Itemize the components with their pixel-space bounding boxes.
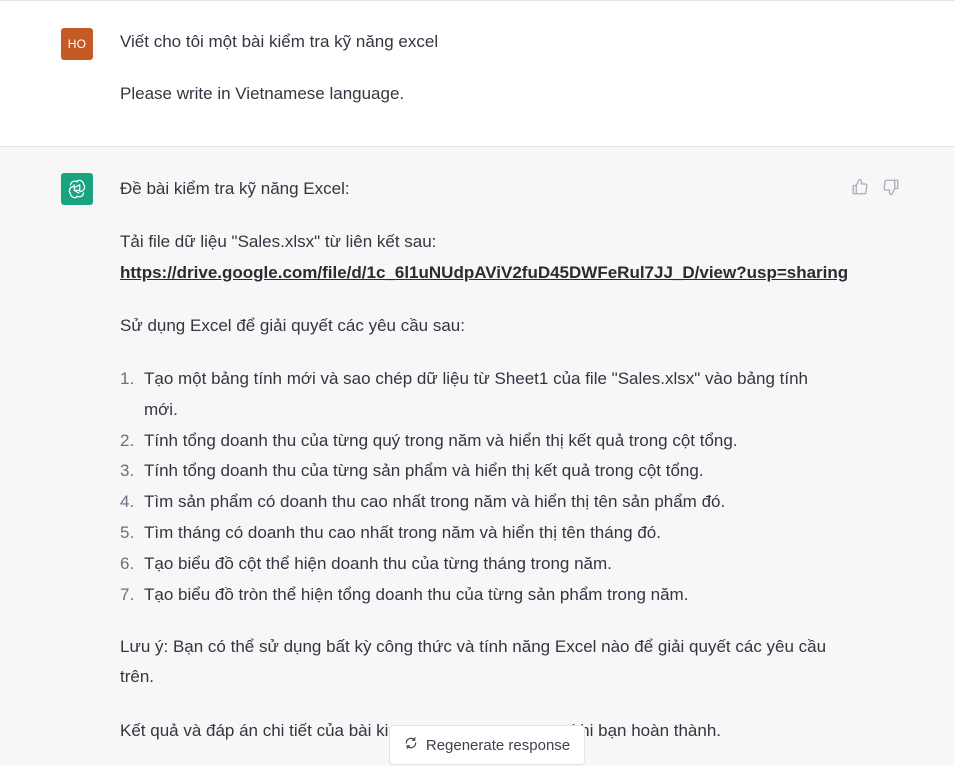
list-item: 5. Tìm tháng có doanh thu cao nhất trong … [120,518,820,549]
user-avatar: HO [61,28,93,60]
user-message: HO Viết cho tôi một bài kiểm tra kỹ năng… [0,1,954,147]
refresh-icon [404,736,418,754]
openai-logo-icon [61,173,93,205]
list-item-number: 4. [120,492,135,512]
list-item-text: Tính tổng doanh thu của từng sản phẩm và… [144,461,704,481]
list-item-text: Tìm tháng có doanh thu cao nhất trong nă… [144,522,661,542]
list-item-text: Tạo biểu đồ tròn thể hiện tổng doanh thu… [144,584,689,604]
requirements-list: 1. Tạo một bảng tính mới và sao chép dữ l… [120,364,820,610]
requirements-intro: Sử dụng Excel để giải quyết các yêu cầu … [120,316,465,335]
list-item-text: Tạo biểu đồ cột thể hiện doanh thu của t… [144,553,612,573]
list-item-number: 6. [120,553,135,573]
note-text: Lưu ý: Bạn có thể sử dụng bất kỳ công th… [120,637,827,686]
drive-link[interactable]: https://drive.google.com/file/d/1c_6l1uN… [120,258,848,288]
feedback-controls [850,177,901,197]
list-item: 4. Tìm sản phẩm có doanh thu cao nhất tro… [120,487,820,518]
assistant-title: Đề bài kiểm tra kỹ năng Excel: [120,179,350,198]
list-item: 3. Tính tổng doanh thu của từng sản phẩm … [120,456,820,487]
list-item-text: Tìm sản phẩm có doanh thu cao nhất trong… [144,492,726,512]
list-item: 7. Tạo biểu đồ tròn thể hiện tổng doanh t… [120,580,820,611]
list-item-number: 2. [120,430,135,450]
list-item-number: 1. [120,369,135,388]
thumbs-down-icon[interactable] [881,177,901,197]
list-item-number: 7. [120,584,135,604]
list-item-text: Tạo một bảng tính mới và sao chép dữ liệ… [144,369,809,419]
file-intro-text: Tải file dữ liệu "Sales.xlsx" từ liên kế… [120,232,437,251]
list-item: 1. Tạo một bảng tính mới và sao chép dữ l… [120,364,820,426]
regenerate-button[interactable]: Regenerate response [389,725,585,765]
user-message-line-2: Please write in Vietnamese language. [120,84,405,103]
list-item: 6. Tạo biểu đồ cột thể hiện doanh thu của… [120,549,820,580]
thumbs-up-icon[interactable] [850,177,870,197]
assistant-message: Đề bài kiểm tra kỹ năng Excel: Tải file … [0,147,954,766]
list-item-number: 5. [120,522,135,542]
list-item: 2. Tính tổng doanh thu của từng quý trong… [120,426,820,457]
list-item-number: 3. [120,461,135,481]
list-item-text: Tính tổng doanh thu của từng quý trong n… [144,430,738,450]
user-message-line-1: Viết cho tôi một bài kiểm tra kỹ năng ex… [120,32,439,51]
regenerate-label: Regenerate response [425,736,571,754]
